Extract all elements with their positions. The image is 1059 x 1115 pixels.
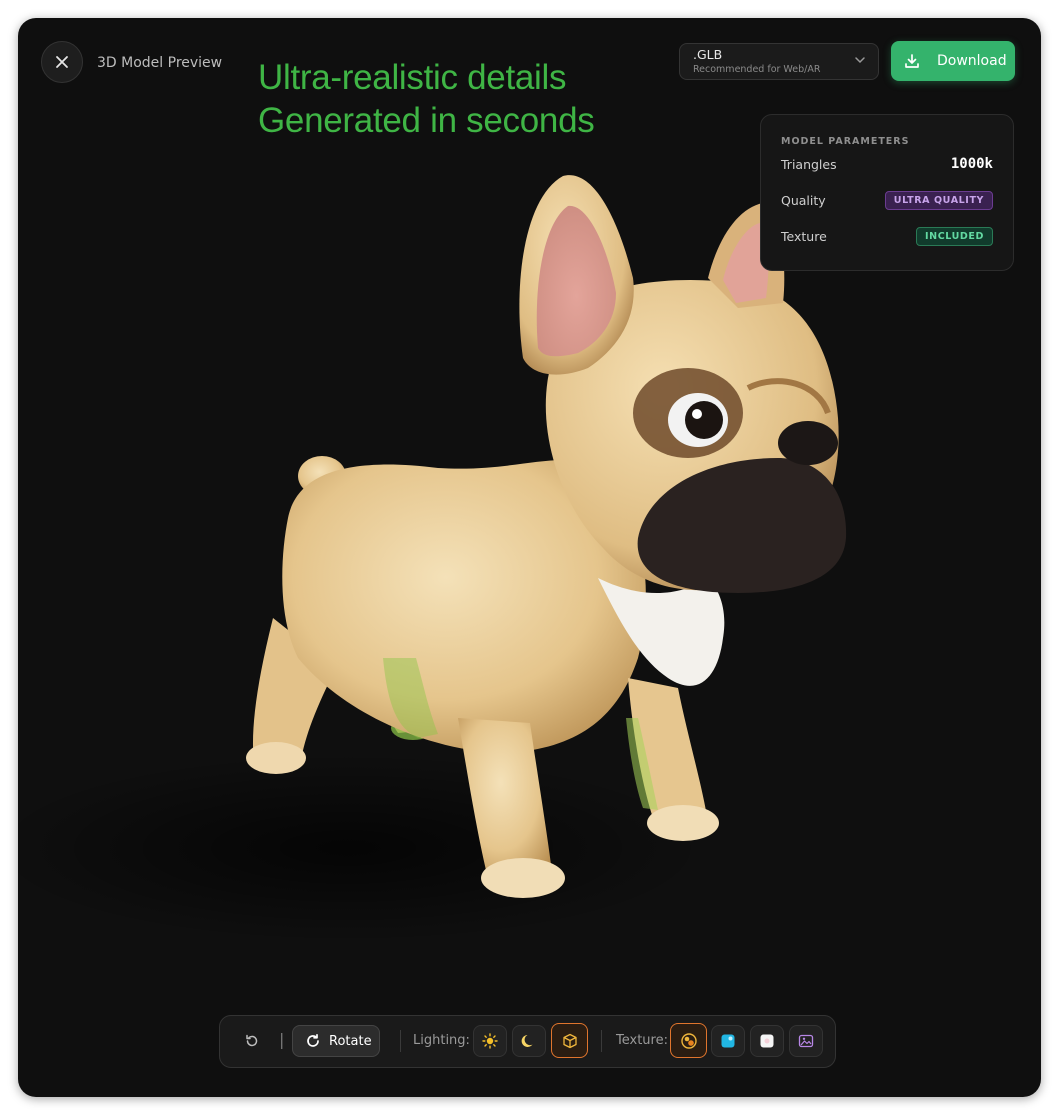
lighting-sun-button[interactable] — [473, 1025, 507, 1057]
rotate-icon — [307, 1033, 319, 1047]
texture-cyan-button[interactable] — [711, 1025, 745, 1057]
image-upload-icon — [798, 1034, 814, 1048]
rotate-label: Rotate — [329, 1033, 372, 1049]
texture-color-button[interactable] — [670, 1023, 707, 1058]
download-label: Download — [937, 53, 1007, 69]
params-heading: MODEL PARAMETERS — [781, 136, 910, 147]
floor-shadow — [18, 753, 708, 943]
texture-badge: INCLUDED — [916, 226, 993, 246]
white-texture-icon — [760, 1034, 774, 1048]
param-row-quality: Quality ULTRA QUALITY — [781, 189, 993, 211]
sun-icon — [482, 1033, 498, 1049]
lighting-moon-button[interactable] — [512, 1025, 546, 1057]
hero-line-1: Ultra-realistic details — [258, 58, 567, 97]
chevron-down-icon — [855, 57, 865, 64]
toolbar-divider-text: | — [279, 1030, 285, 1049]
viewer-toolbar: | Rotate Lighting: Texture: — [219, 1015, 836, 1068]
quality-badge: ULTRA QUALITY — [884, 190, 993, 210]
rotate-button[interactable]: Rotate — [292, 1025, 380, 1057]
texture-label: Texture: — [616, 1033, 668, 1048]
param-label: Triangles — [781, 156, 837, 172]
download-button[interactable]: Download — [891, 41, 1015, 81]
texture-upload-button[interactable] — [789, 1025, 823, 1057]
toolbar-separator — [601, 1030, 602, 1052]
page-title: 3D Model Preview — [97, 55, 223, 71]
color-texture-icon — [680, 1032, 697, 1049]
cyan-texture-icon — [721, 1034, 735, 1048]
preview-window: 3D Model Preview Ultra-realistic details… — [18, 18, 1041, 1097]
format-subtitle: Recommended for Web/AR — [693, 64, 821, 75]
lighting-label: Lighting: — [413, 1033, 470, 1048]
download-icon — [904, 53, 920, 69]
param-label: Quality — [781, 192, 826, 208]
close-icon — [56, 56, 68, 68]
param-value-triangles: 1000k — [950, 156, 993, 172]
hero-text: Ultra-realistic details Generated in sec… — [258, 56, 595, 142]
format-select[interactable]: .GLB Recommended for Web/AR — [679, 43, 879, 80]
texture-white-button[interactable] — [750, 1025, 784, 1057]
lighting-studio-button[interactable] — [551, 1023, 588, 1058]
reset-view-button[interactable] — [238, 1025, 266, 1057]
hero-line-2: Generated in seconds — [258, 101, 595, 140]
reset-icon — [246, 1034, 258, 1047]
dog-nose — [778, 421, 838, 465]
param-label: Texture — [781, 228, 827, 244]
param-row-texture: Texture INCLUDED — [781, 225, 993, 247]
cube-icon — [562, 1033, 577, 1048]
format-value: .GLB — [693, 47, 723, 62]
toolbar-separator — [400, 1030, 401, 1052]
moon-icon — [521, 1035, 533, 1047]
model-parameters-panel: MODEL PARAMETERS Triangles 1000k Quality… — [760, 114, 1014, 271]
param-row-triangles: Triangles 1000k — [781, 153, 993, 175]
close-button[interactable] — [41, 41, 83, 83]
